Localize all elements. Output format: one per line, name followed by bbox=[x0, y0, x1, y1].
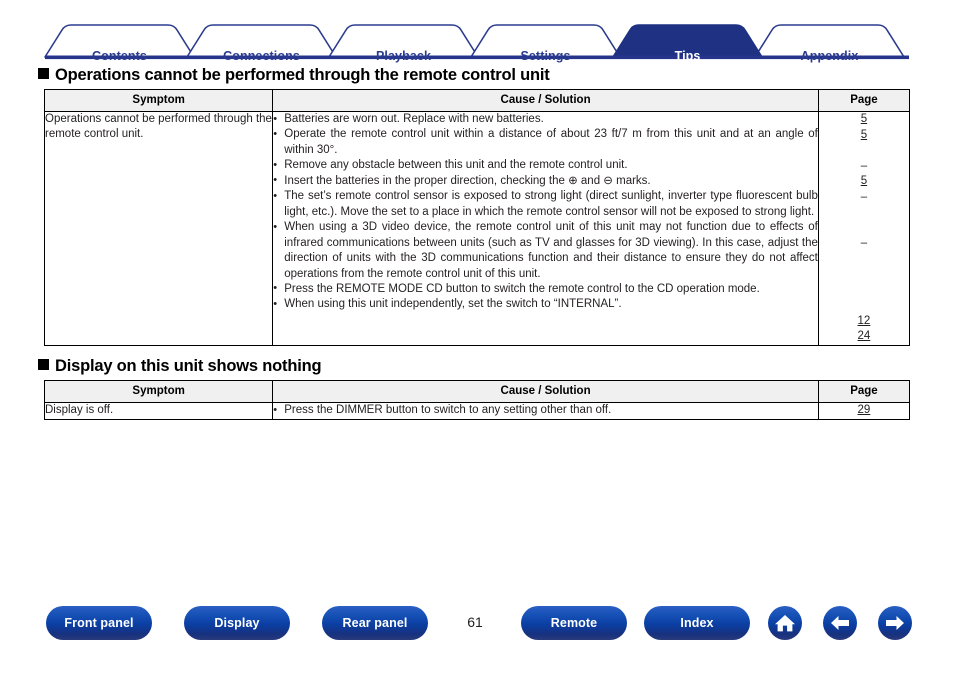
home-icon bbox=[774, 613, 796, 633]
page-spacer bbox=[819, 143, 909, 159]
page-number: 61 bbox=[467, 614, 483, 630]
page-link[interactable]: 5 bbox=[819, 128, 909, 144]
troubleshooting-table-display: Symptom Cause / Solution Page Display is… bbox=[43, 380, 911, 420]
page-spacer bbox=[819, 283, 909, 299]
section-heading-text: Display on this unit shows nothing bbox=[55, 357, 322, 375]
tab-appendix[interactable]: Appendix bbox=[755, 49, 904, 63]
page-spacer bbox=[819, 252, 909, 268]
page-link[interactable]: 24 bbox=[819, 329, 909, 345]
square-bullet-icon bbox=[38, 68, 49, 79]
column-header-cause: Cause / Solution bbox=[272, 380, 819, 403]
tab-playback[interactable]: Playback bbox=[329, 49, 478, 63]
tab-bar: Contents Connections Playback Settings T… bbox=[0, 22, 954, 63]
square-bullet-icon bbox=[38, 359, 49, 370]
troubleshooting-table-remote-control: Symptom Cause / Solution Page Operations… bbox=[43, 89, 911, 346]
page-spacer bbox=[819, 221, 909, 237]
list-item: The set’s remote control sensor is expos… bbox=[273, 189, 818, 220]
home-button[interactable] bbox=[768, 606, 802, 640]
cell-page: 29 bbox=[817, 402, 911, 420]
index-button[interactable]: Index bbox=[644, 606, 750, 640]
tab-tips[interactable]: Tips bbox=[613, 49, 762, 63]
page-spacer bbox=[819, 298, 909, 314]
page-link[interactable]: 29 bbox=[819, 403, 909, 419]
tab-connections[interactable]: Connections bbox=[187, 49, 336, 63]
cell-page: 5 5 – 5 – – 12 24 bbox=[817, 111, 911, 346]
arrow-right-icon bbox=[884, 614, 906, 632]
cell-cause: Press the DIMMER button to switch to any… bbox=[272, 402, 819, 420]
section-heading-display: Display on this unit shows nothing bbox=[38, 357, 322, 376]
rear-panel-button[interactable]: Rear panel bbox=[322, 606, 428, 640]
cause-bullet-list: Batteries are worn out. Replace with new… bbox=[273, 111, 818, 313]
column-header-symptom: Symptom bbox=[43, 89, 274, 112]
section-heading-text: Operations cannot be performed through t… bbox=[55, 66, 550, 84]
list-item: Remove any obstacle between this unit an… bbox=[273, 158, 818, 173]
page-link[interactable]: 5 bbox=[819, 174, 909, 190]
display-button[interactable]: Display bbox=[184, 606, 290, 640]
list-item: Press the REMOTE MODE CD button to switc… bbox=[273, 281, 818, 297]
footer-navigation: Front panel Display Rear panel 61 Remote… bbox=[0, 606, 954, 654]
next-button[interactable] bbox=[878, 606, 912, 640]
back-button[interactable] bbox=[823, 606, 857, 640]
cause-bullet-list: Press the DIMMER button to switch to any… bbox=[273, 402, 818, 418]
column-header-symptom: Symptom bbox=[43, 380, 274, 403]
column-header-cause: Cause / Solution bbox=[272, 89, 819, 112]
table-header-row: Symptom Cause / Solution Page bbox=[43, 380, 911, 403]
page-link[interactable]: 12 bbox=[819, 314, 909, 330]
page-dash: – bbox=[860, 190, 868, 203]
tab-contents[interactable]: Contents bbox=[45, 49, 194, 63]
tab-settings[interactable]: Settings bbox=[471, 49, 620, 63]
page-spacer bbox=[819, 267, 909, 283]
page-spacer bbox=[819, 205, 909, 221]
cell-symptom: Operations cannot be performed through t… bbox=[43, 111, 274, 346]
list-item: When using this unit independently, set … bbox=[273, 297, 818, 312]
page-link[interactable]: 5 bbox=[819, 112, 909, 128]
cell-cause: Batteries are worn out. Replace with new… bbox=[272, 111, 819, 346]
table-row: Operations cannot be performed through t… bbox=[43, 111, 911, 346]
front-panel-button[interactable]: Front panel bbox=[46, 606, 152, 640]
list-item: When using a 3D video device, the remote… bbox=[273, 220, 818, 282]
list-item: Batteries are worn out. Replace with new… bbox=[273, 111, 818, 127]
arrow-left-icon bbox=[829, 614, 851, 632]
remote-button[interactable]: Remote bbox=[521, 606, 627, 640]
column-header-page: Page bbox=[817, 89, 911, 112]
list-item: Operate the remote control unit within a… bbox=[273, 127, 818, 158]
table-header-row: Symptom Cause / Solution Page bbox=[43, 89, 911, 112]
cell-symptom: Display is off. bbox=[43, 402, 274, 420]
page-dash: – bbox=[860, 237, 868, 249]
column-header-page: Page bbox=[817, 380, 911, 403]
list-item: Insert the batteries in the proper direc… bbox=[273, 173, 818, 189]
page-dash: – bbox=[860, 159, 868, 172]
table-row: Display is off. Press the DIMMER button … bbox=[43, 402, 911, 420]
section-heading-remote-control: Operations cannot be performed through t… bbox=[38, 66, 550, 85]
list-item: Press the DIMMER button to switch to any… bbox=[273, 402, 818, 418]
